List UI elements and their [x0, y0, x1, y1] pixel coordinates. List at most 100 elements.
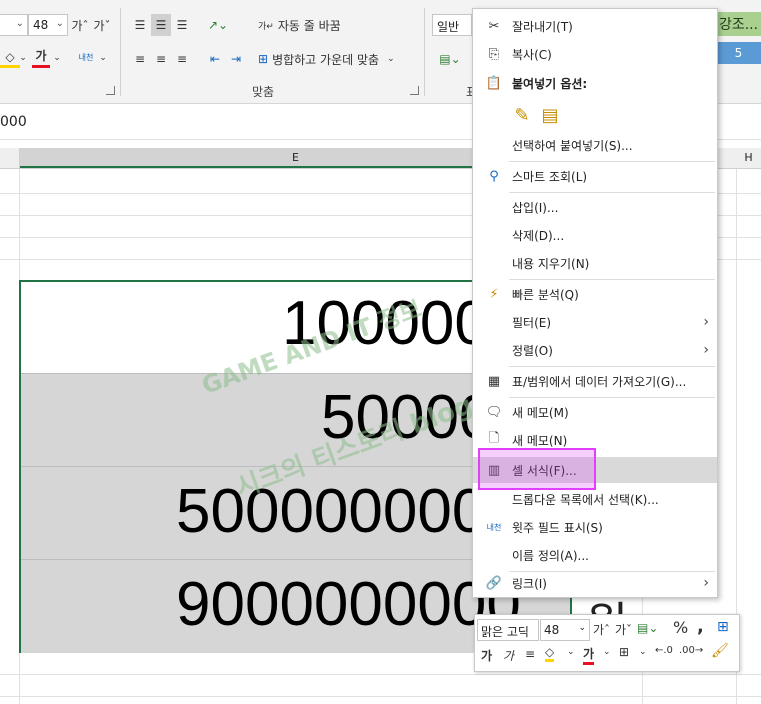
bold-button[interactable]: 가 — [481, 647, 492, 664]
paste-values-icon[interactable]: ▤ — [539, 103, 561, 127]
increase-indent-icon[interactable]: ⇥ — [226, 48, 246, 70]
chevron-down-icon[interactable]: ⌄ — [567, 647, 575, 657]
smart-lookup-icon: ⚲ — [489, 168, 499, 184]
grow-font-button[interactable]: 가ˆ — [70, 14, 90, 36]
chevron-right-icon: › — [703, 342, 709, 358]
merge-center-button[interactable]: ⊞ 병합하고 가운데 맞춤 ⌄ — [258, 48, 416, 70]
accounting-format-icon[interactable]: ▤⌄ — [637, 621, 658, 635]
menu-separator — [509, 161, 715, 162]
wrap-text-button[interactable]: 가↵ 자동 줄 바꿈 — [258, 14, 378, 36]
menu-item-paste-special[interactable]: 선택하여 붙여넣기(S)... — [473, 132, 717, 158]
column-header-h[interactable]: H — [736, 148, 761, 168]
menu-item-label: 표/범위에서 데이터 가져오기(G)... — [512, 374, 687, 389]
alignment-group-label: 맞춤 — [252, 85, 275, 99]
menu-item-smart-lookup[interactable]: ⚲ 스마트 조회(L) — [473, 163, 717, 189]
mini-font-size-combo[interactable]: 48 ⌄ — [540, 619, 590, 641]
paste-icon[interactable]: ✎ — [511, 103, 533, 127]
shrink-font-button[interactable]: 가ˇ — [92, 14, 112, 36]
menu-item-copy[interactable]: ⎘ 복사(C) — [473, 41, 717, 67]
table-icon: ▦ — [487, 373, 501, 389]
chevron-down-icon[interactable]: ⌄ — [98, 48, 108, 68]
font-color-icon[interactable]: 가 — [583, 645, 595, 665]
merge-center-icon[interactable]: ⊞ — [717, 619, 729, 635]
align-center-icon[interactable]: ≡ — [525, 647, 535, 661]
menu-item-insert[interactable]: 삽입(I)... — [473, 194, 717, 220]
comma-button[interactable]: , — [697, 616, 704, 637]
align-left-icon[interactable]: ≡ — [130, 48, 150, 70]
decrease-decimal-icon[interactable]: .00→ — [679, 645, 703, 656]
align-center-icon[interactable]: ≡ — [151, 48, 171, 70]
select-all-corner[interactable] — [0, 148, 20, 168]
copy-icon: ⎘ — [488, 46, 500, 62]
menu-item-label: 드롭다운 목록에서 선택(K)... — [512, 492, 659, 507]
menu-item-paste-options: 📋 붙여넣기 옵션: — [473, 70, 717, 96]
wrap-text-label: 자동 줄 바꿈 — [277, 18, 341, 33]
menu-item-clear-contents[interactable]: 내용 지우기(N) — [473, 250, 717, 276]
menu-item-label: 복사(C) — [512, 47, 552, 62]
font-dialog-launcher[interactable] — [106, 86, 115, 95]
number-format-combo[interactable]: 일반 — [432, 14, 472, 36]
borders-icon[interactable]: ⊞ — [619, 645, 629, 659]
align-bottom-icon[interactable]: ☰ — [172, 14, 192, 36]
menu-separator — [509, 279, 715, 280]
paste-icon: 📋 — [485, 75, 503, 91]
phonetic-icon[interactable]: 내천 — [76, 46, 96, 68]
alignment-dialog-launcher[interactable] — [410, 86, 419, 95]
merge-center-icon: ⊞ — [258, 52, 269, 66]
align-middle-icon[interactable]: ☰ — [151, 14, 171, 36]
menu-item-label: 스마트 조회(L) — [512, 169, 588, 184]
grow-font-icon[interactable]: 가ˆ — [593, 621, 610, 638]
style-cell[interactable]: 5 — [716, 42, 761, 64]
menu-item-define-name[interactable]: 이름 정의(A)... — [473, 542, 717, 568]
font-size-combo[interactable]: 48 ⌄ — [28, 14, 68, 36]
align-top-icon[interactable]: ☰ — [130, 14, 150, 36]
accounting-format-icon[interactable]: ▤⌄ — [432, 48, 468, 70]
grid-row-line — [0, 674, 761, 675]
menu-item-new-comment[interactable]: 🗨 새 메모(M) — [473, 399, 717, 425]
increase-decimal-icon[interactable]: ←.0 — [655, 645, 673, 656]
font-name-combo[interactable]: ⌄ — [0, 14, 28, 36]
decrease-indent-icon[interactable]: ⇤ — [205, 48, 225, 70]
menu-item-label: 새 메모(N) — [512, 433, 568, 448]
menu-item-label: 잘라내기(T) — [512, 19, 573, 34]
orientation-icon[interactable]: ↗⌄ — [205, 14, 231, 36]
menu-item-delete[interactable]: 삭제(D)... — [473, 222, 717, 248]
chevron-right-icon: › — [703, 575, 709, 591]
context-menu: ✂ 잘라내기(T) ⎘ 복사(C) 📋 붙여넣기 옵션: ✎ ▤ 선택하여 붙여넣기(… — [472, 8, 718, 598]
menu-item-quick-analysis[interactable]: ⚡ 빠른 분석(Q) — [473, 281, 717, 307]
shrink-font-icon[interactable]: 가ˇ — [615, 621, 632, 638]
mini-font-name-combo[interactable]: 맑은 고딕 — [477, 619, 539, 641]
menu-separator — [509, 397, 715, 398]
menu-item-cut[interactable]: ✂ 잘라내기(T) — [473, 13, 717, 39]
menu-item-label: 새 메모(M) — [512, 405, 569, 420]
menu-item-label: 정렬(O) — [512, 343, 553, 358]
menu-item-label: 빠른 분석(Q) — [512, 287, 579, 302]
menu-item-sort[interactable]: 정렬(O) › — [473, 337, 717, 363]
chevron-down-icon[interactable]: ⌄ — [18, 48, 28, 68]
menu-item-filter[interactable]: 필터(E) › — [473, 309, 717, 335]
italic-button[interactable]: 가 — [503, 647, 514, 664]
chevron-down-icon[interactable]: ⌄ — [603, 647, 611, 657]
fill-color-icon[interactable]: ◇ — [0, 48, 20, 68]
menu-item-show-phonetic[interactable]: 내천 윗주 필드 표시(S) — [473, 514, 717, 540]
menu-item-label: 내용 지우기(N) — [512, 256, 590, 271]
style-accent-cell[interactable]: 강조... — [716, 12, 761, 36]
link-icon: 🔗 — [485, 575, 503, 591]
cell-value[interactable]: 9000000000 — [176, 569, 521, 640]
group-divider — [120, 8, 121, 96]
cell-value[interactable]: 5000000000 — [176, 476, 521, 547]
align-right-icon[interactable]: ≡ — [172, 48, 192, 70]
highlight-box — [478, 448, 596, 490]
font-color-icon[interactable]: 가 — [32, 46, 50, 68]
merge-center-label: 병합하고 가운데 맞춤 — [272, 52, 380, 67]
chevron-down-icon: ⌄ — [387, 54, 395, 64]
menu-item-link[interactable]: 🔗 링크(I) › — [473, 570, 717, 596]
format-painter-icon[interactable]: 🖌 — [711, 643, 729, 659]
percent-button[interactable]: % — [673, 618, 688, 637]
chevron-down-icon[interactable]: ⌄ — [639, 647, 647, 657]
chevron-down-icon[interactable]: ⌄ — [52, 48, 62, 68]
new-note-icon: 🗋 — [488, 431, 500, 446]
menu-item-get-data-from-table[interactable]: ▦ 표/범위에서 데이터 가져오기(G)... — [473, 368, 717, 394]
fill-color-icon[interactable]: ◇ — [545, 645, 555, 662]
menu-item-label: 선택하여 붙여넣기(S)... — [512, 138, 633, 153]
